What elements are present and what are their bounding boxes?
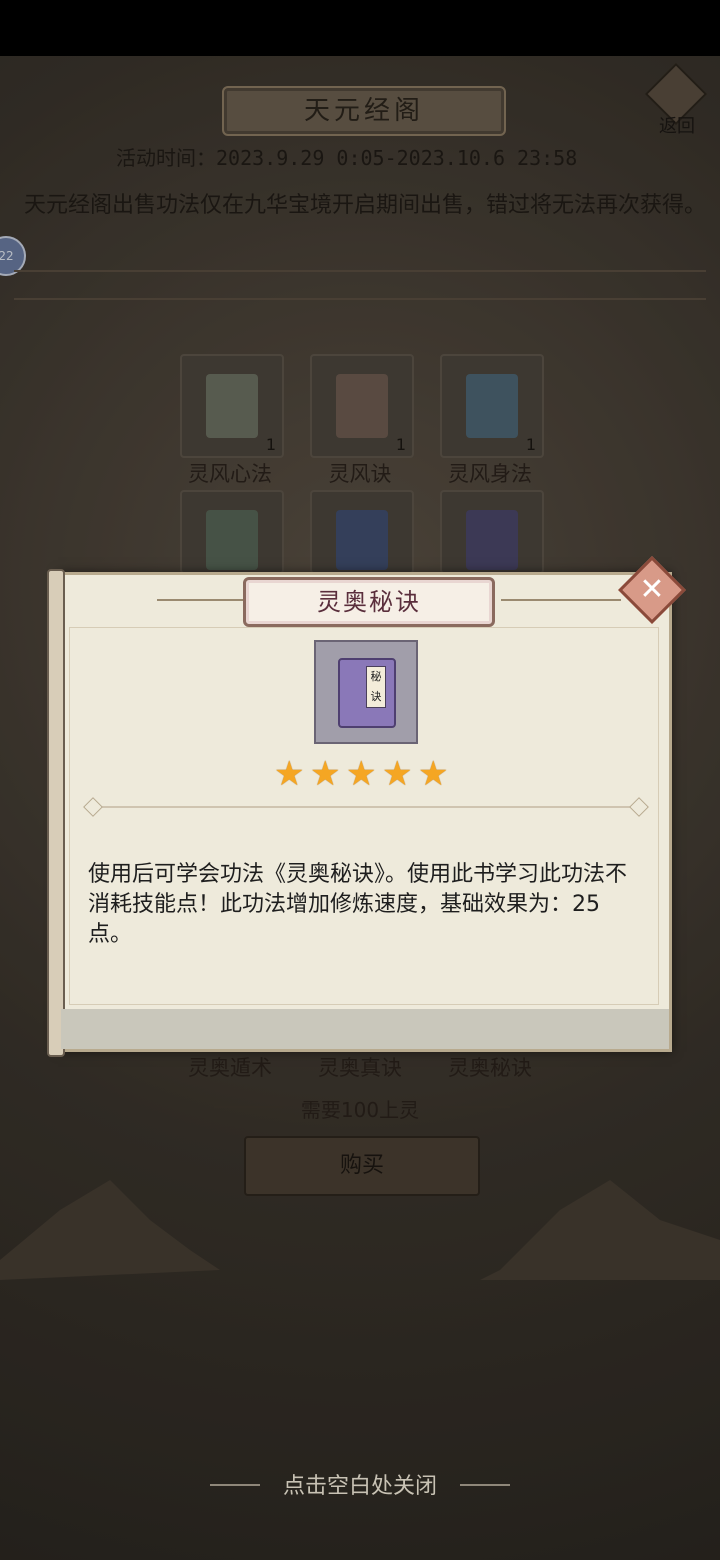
item-description: 使用后可学会功法《灵奥秘诀》。使用此书学习此功法不消耗技能点！此功法增加修炼速度…	[88, 862, 628, 947]
book-purple-icon: 秘诀	[338, 658, 396, 728]
star-icon: ★	[310, 754, 341, 794]
item-icon-frame: 秘诀	[314, 640, 418, 744]
star-rating: ★ ★ ★ ★ ★	[274, 757, 454, 793]
scroll-rod	[47, 569, 65, 1057]
title-line	[501, 599, 621, 601]
star-icon: ★	[382, 754, 413, 794]
dialog-title: 灵奥秘诀	[317, 588, 421, 616]
dialog-footer	[61, 1009, 669, 1049]
status-bar	[0, 0, 720, 56]
screen: 天元经阁 返回 活动时间：2023.9.29 0:05-2023.10.6 23…	[0, 0, 720, 1560]
close-icon: ✕	[639, 572, 665, 607]
decor-line	[460, 1484, 510, 1486]
book-label: 秘诀	[366, 666, 386, 708]
star-icon: ★	[274, 754, 305, 794]
dialog-separator	[90, 806, 646, 808]
star-icon: ★	[418, 754, 449, 794]
star-icon: ★	[346, 754, 377, 794]
dialog-title-plate: 灵奥秘诀	[243, 577, 495, 627]
